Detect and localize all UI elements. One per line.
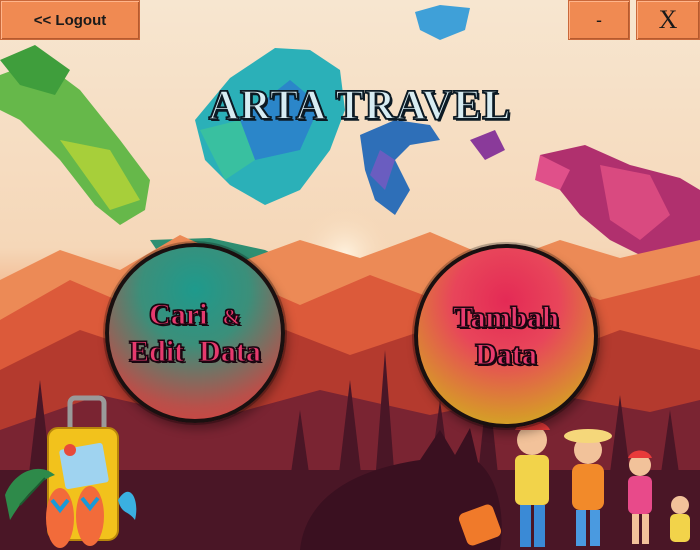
ampersand-label: & <box>222 303 241 329</box>
edit-data-label: Edit Data <box>129 335 262 369</box>
logout-button[interactable]: << Logout <box>0 0 140 40</box>
add-data-label: Data <box>475 338 538 372</box>
search-label: Cari <box>149 297 208 331</box>
minimize-button[interactable]: - <box>568 0 630 40</box>
search-edit-label-line1: Cari & <box>149 296 242 334</box>
add-label: Tambah <box>453 300 560 334</box>
app-title: ARTA TRAVEL <box>208 82 512 130</box>
close-button[interactable]: X <box>636 0 700 40</box>
add-data-button[interactable]: Tambah Data <box>414 244 598 428</box>
search-edit-data-button[interactable]: Cari & Edit Data <box>105 243 285 423</box>
